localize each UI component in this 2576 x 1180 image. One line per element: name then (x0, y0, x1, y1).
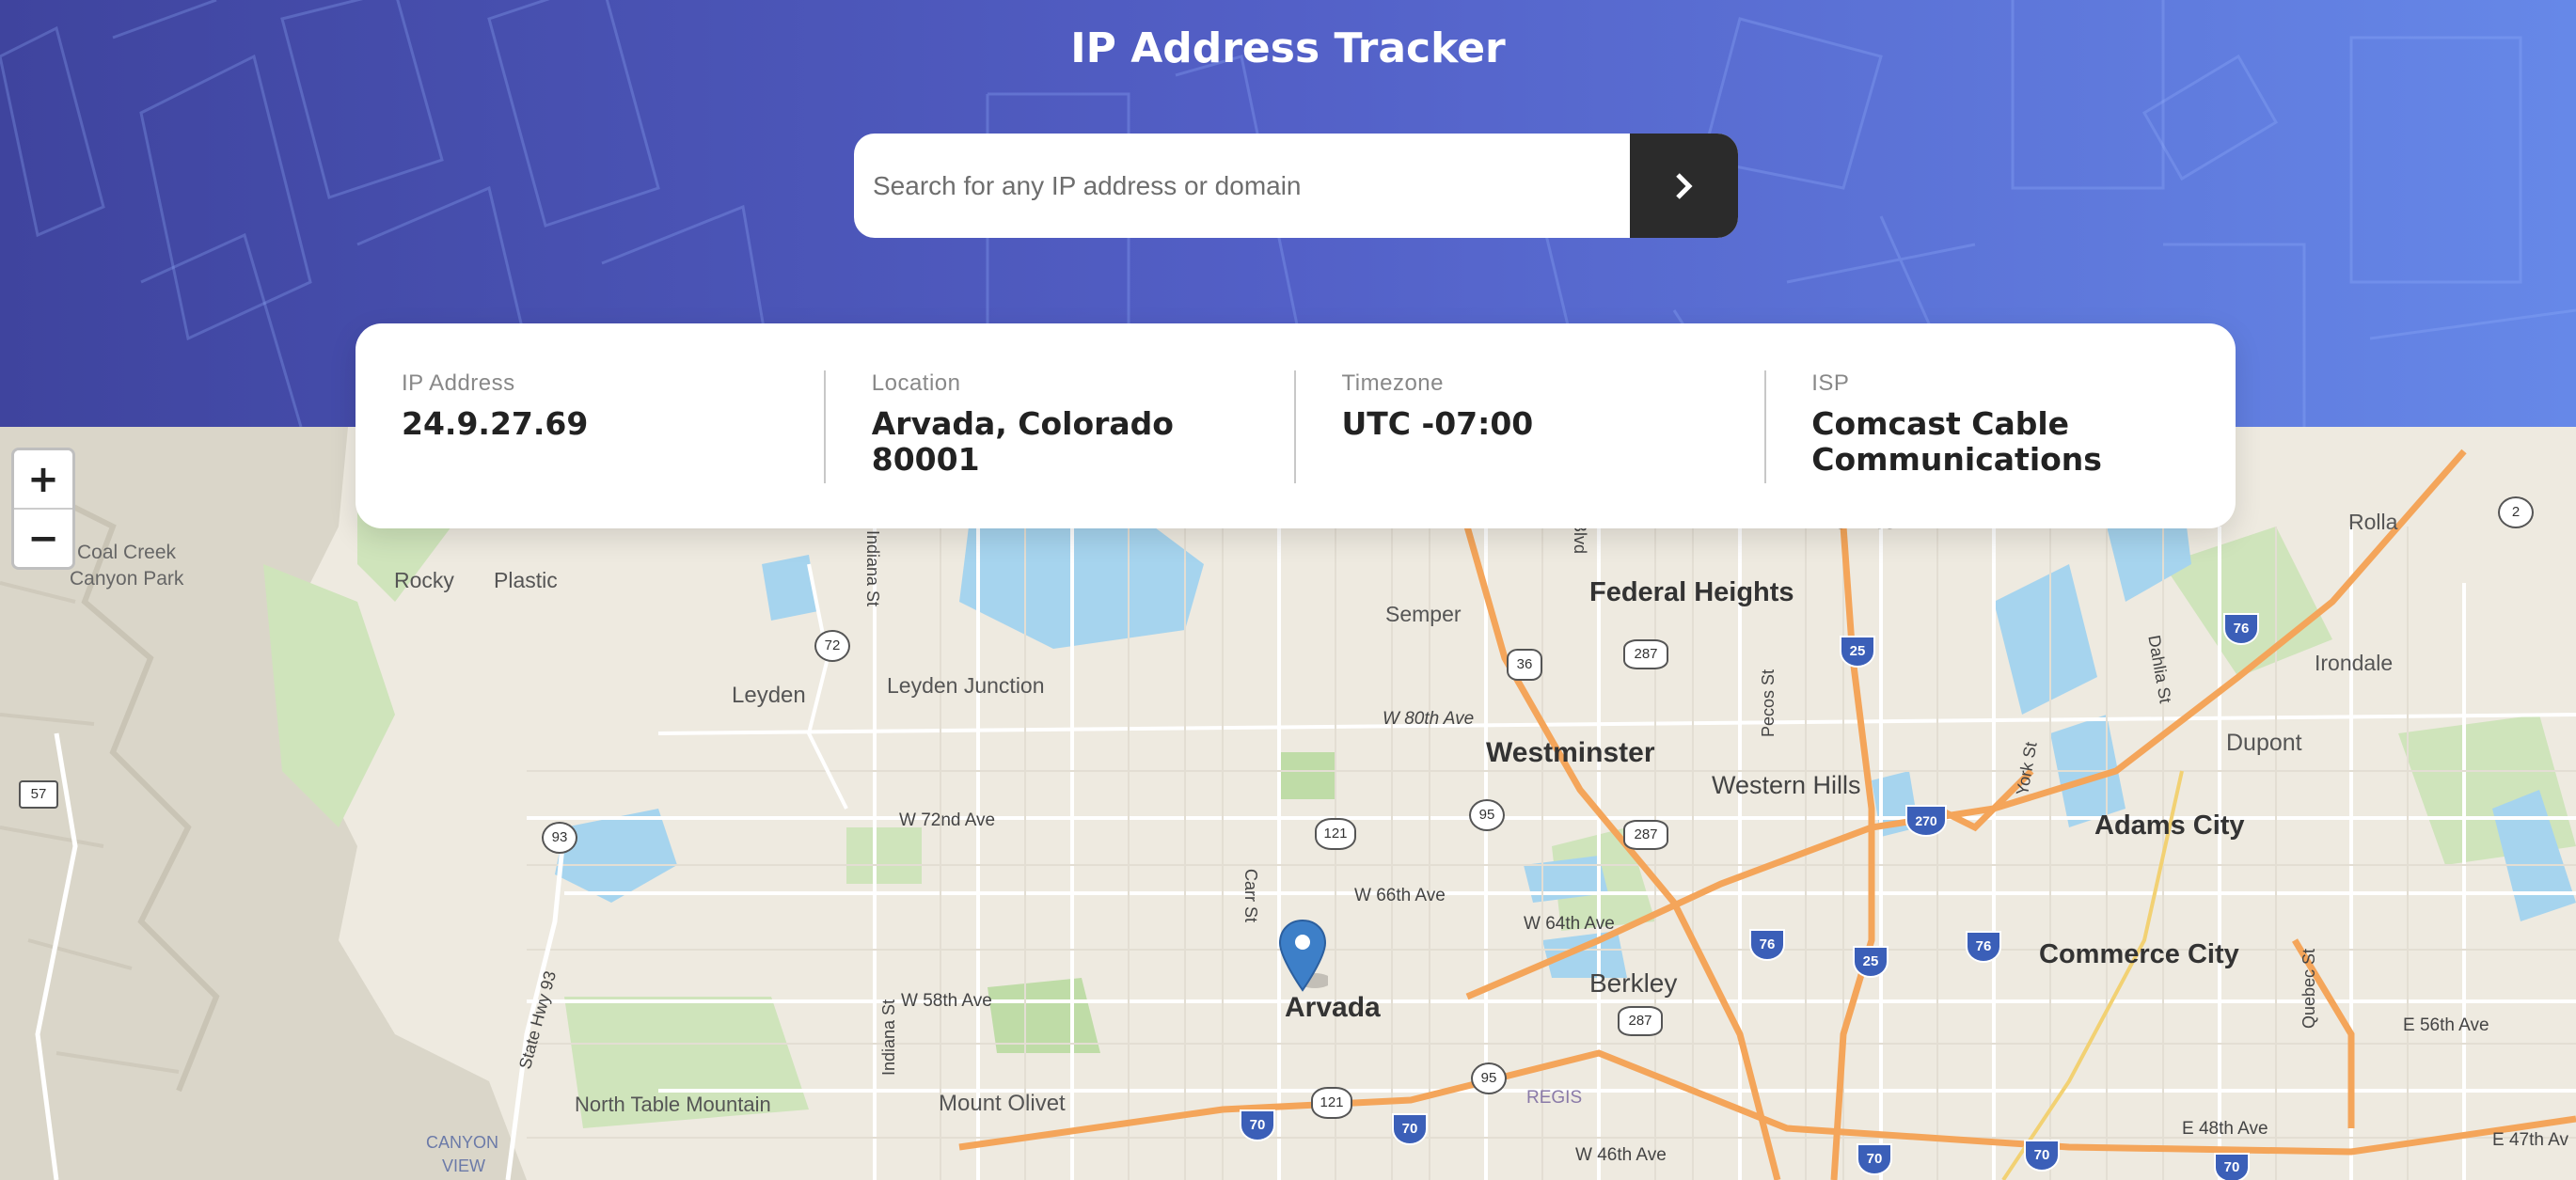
location-pin-icon (1278, 919, 1332, 992)
info-ip-address: IP Address 24.9.27.69 (356, 323, 826, 528)
zoom-in-button[interactable]: + (14, 450, 72, 508)
info-label: IP Address (402, 370, 515, 396)
ip-info-card: IP Address 24.9.27.69 Location Arvada, C… (356, 323, 2236, 528)
map[interactable]: Coal Creek Canyon Park Rocky Plastic Ley… (0, 427, 2576, 1180)
info-value: Comcast Cable Communications (1811, 405, 2102, 478)
location-marker[interactable] (1277, 919, 1332, 999)
info-value: 24.9.27.69 (402, 405, 589, 442)
page-title: IP Address Tracker (1070, 24, 1506, 72)
map-tiles[interactable] (0, 427, 2576, 1180)
info-timezone: Timezone UTC -07:00 (1296, 323, 1766, 528)
search-bar (854, 134, 1738, 238)
search-input[interactable] (854, 134, 1630, 238)
info-location: Location Arvada, Colorado 80001 (826, 323, 1296, 528)
zoom-control: + − (11, 448, 75, 570)
search-submit-button[interactable] (1630, 134, 1738, 238)
zoom-out-button[interactable]: − (14, 510, 72, 567)
info-label: Timezone (1341, 370, 1444, 396)
chevron-right-icon (1675, 172, 1693, 199)
info-label: Location (871, 370, 961, 396)
info-label: ISP (1811, 370, 1850, 396)
info-isp: ISP Comcast Cable Communications (1765, 323, 2236, 528)
info-value: UTC -07:00 (1341, 405, 1534, 442)
info-value: Arvada, Colorado 80001 (871, 405, 1174, 478)
